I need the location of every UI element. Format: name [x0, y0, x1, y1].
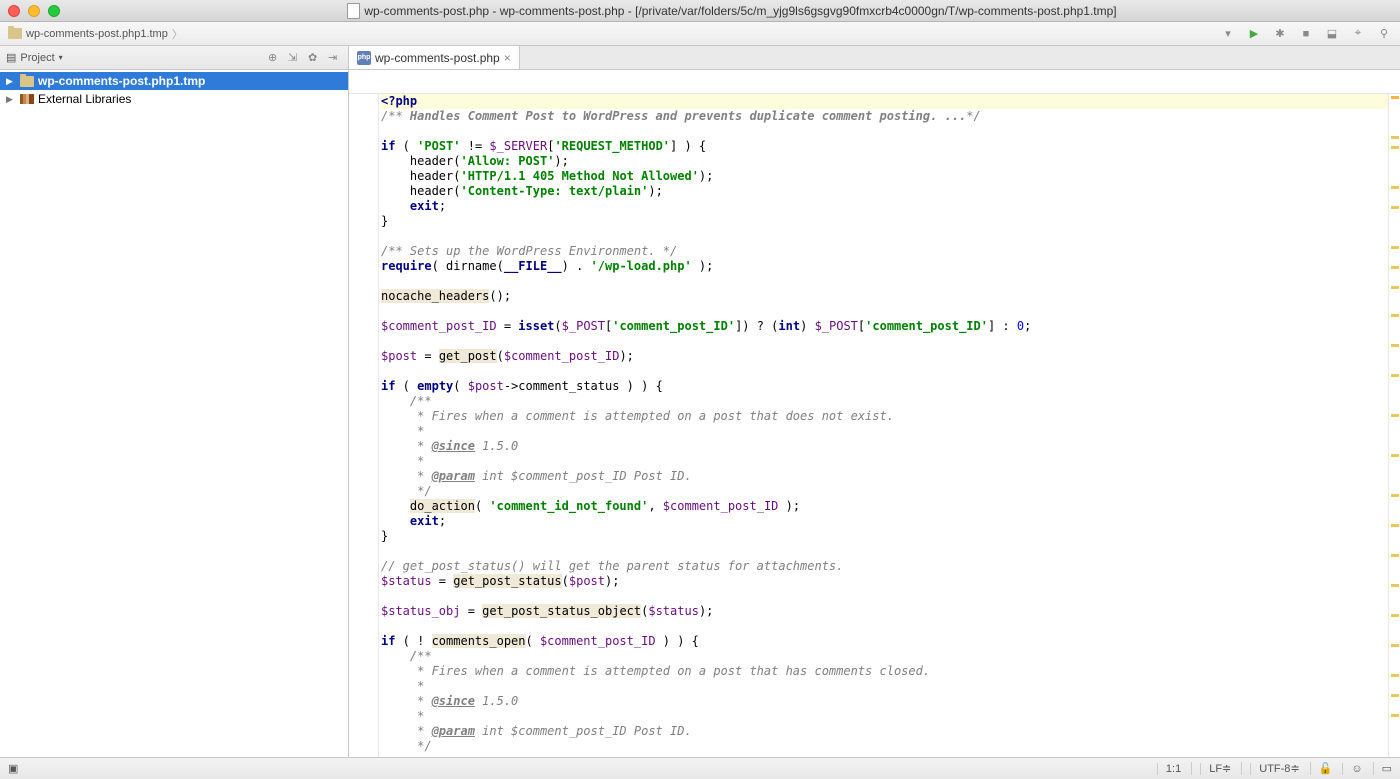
folder-icon	[20, 76, 34, 87]
editor: php wp-comments-post.php × <?php/** Hand…	[349, 46, 1400, 757]
minimize-icon[interactable]	[28, 5, 40, 17]
editor-tabs: php wp-comments-post.php ×	[349, 46, 1400, 70]
tab-label: wp-comments-post.php	[375, 51, 500, 65]
tree-item-label: External Libraries	[38, 92, 131, 106]
gear-icon[interactable]: ✿	[308, 51, 322, 65]
debug-icon[interactable]: ✱	[1272, 26, 1288, 42]
tree-item-libraries[interactable]: ▶ External Libraries	[0, 90, 348, 108]
notifications-icon[interactable]: ▭	[1373, 762, 1392, 775]
project-tree[interactable]: ▶ wp-comments-post.php1.tmp ▶ External L…	[0, 70, 348, 110]
run-icon[interactable]: ▶	[1246, 26, 1262, 42]
hide-icon[interactable]: ⇥	[328, 51, 342, 65]
tab-file[interactable]: php wp-comments-post.php ×	[349, 46, 520, 69]
window-title: wp-comments-post.php - wp-comments-post.…	[72, 3, 1392, 19]
expand-arrow-icon[interactable]: ▶	[6, 76, 16, 87]
tree-item-label: wp-comments-post.php1.tmp	[38, 74, 205, 88]
chevron-right-icon: 〉	[172, 26, 183, 42]
close-icon[interactable]	[8, 5, 20, 17]
code-editor[interactable]: <?php/** Handles Comment Post to WordPre…	[349, 94, 1400, 757]
collapse-icon[interactable]: ⇲	[288, 51, 302, 65]
file-icon	[347, 3, 360, 19]
window-title-text: wp-comments-post.php - wp-comments-post.…	[364, 4, 1116, 18]
toolbar: ▾ ▶ ✱ ■ ⬓ ⌖ ⚲	[1220, 26, 1392, 42]
profile-icon[interactable]: ⌖	[1350, 26, 1366, 42]
project-header: ▤ Project ▾ ⊕ ⇲ ✿ ⇥	[0, 46, 348, 70]
php-icon: php	[357, 51, 371, 65]
gutter[interactable]	[349, 94, 379, 757]
lock-icon[interactable]: 🔓	[1310, 762, 1333, 775]
editor-toolbar-gap	[349, 70, 1400, 94]
breadcrumb[interactable]: wp-comments-post.php1.tmp 〉	[8, 26, 183, 42]
dropdown-icon[interactable]: ▾	[1220, 26, 1236, 42]
window-controls	[8, 5, 60, 17]
navigation-bar: wp-comments-post.php1.tmp 〉 ▾ ▶ ✱ ■ ⬓ ⌖ …	[0, 22, 1400, 46]
cursor-position[interactable]: 1:1	[1157, 763, 1181, 775]
project-sidebar: ▤ Project ▾ ⊕ ⇲ ✿ ⇥ ▶ wp-comments-post.p…	[0, 46, 349, 757]
zoom-icon[interactable]	[48, 5, 60, 17]
titlebar: wp-comments-post.php - wp-comments-post.…	[0, 0, 1400, 22]
project-icon: ▤	[6, 51, 16, 64]
encoding[interactable]: UTF-8≑	[1241, 762, 1299, 775]
marker-bar[interactable]	[1388, 94, 1400, 757]
inspector-icon[interactable]: ☺	[1342, 763, 1362, 775]
chevron-down-icon[interactable]: ▾	[59, 53, 63, 62]
tool-window-icon[interactable]: ▣	[8, 763, 18, 775]
status-bar: ▣ 1:1 LF≑ UTF-8≑ 🔓 ☺ ▭	[0, 757, 1400, 779]
search-icon[interactable]: ⚲	[1376, 26, 1392, 42]
scroll-from-source-icon[interactable]: ⊕	[268, 51, 282, 65]
library-icon	[20, 94, 34, 104]
code-content[interactable]: <?php/** Handles Comment Post to WordPre…	[379, 94, 1388, 757]
breadcrumb-item: wp-comments-post.php1.tmp	[26, 28, 168, 40]
tree-item-root[interactable]: ▶ wp-comments-post.php1.tmp	[0, 72, 348, 90]
close-tab-icon[interactable]: ×	[504, 51, 511, 65]
folder-icon	[8, 28, 22, 39]
status-left[interactable]: ▣	[8, 762, 18, 775]
line-separator[interactable]: LF≑	[1191, 762, 1231, 775]
coverage-icon[interactable]: ⬓	[1324, 26, 1340, 42]
expand-arrow-icon[interactable]: ▶	[6, 94, 16, 105]
project-label: Project	[20, 52, 54, 64]
stop-icon[interactable]: ■	[1298, 26, 1314, 42]
